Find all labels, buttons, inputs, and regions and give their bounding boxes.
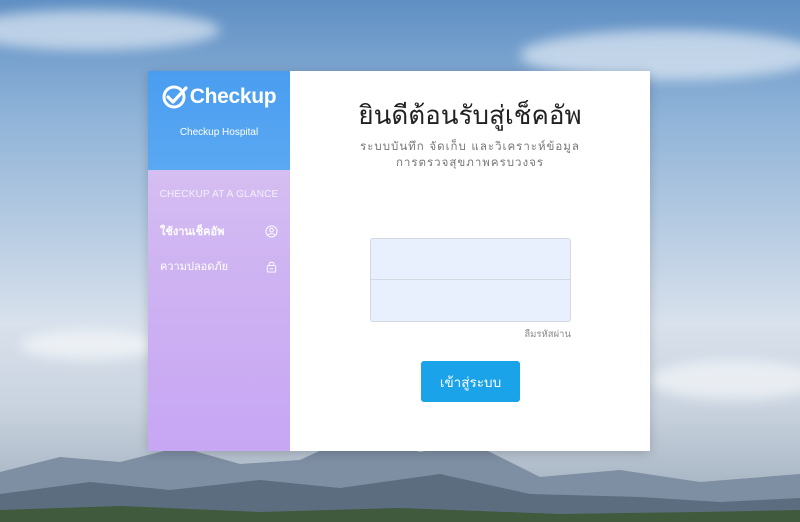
sidebar: Checkup .in.th Checkup Hospital CHECKUP … [148,71,346,451]
login-card: Checkup .in.th Checkup Hospital CHECKUP … [148,71,650,451]
page-title: ยินดีต้อนรับสู่เช็คอัพ [358,101,582,131]
forgot-password-link[interactable]: ลืมรหัสผ่าน [524,327,571,342]
sidebar-item-security[interactable]: ความปลอดภัย [148,256,290,276]
sidebar-item-label: ใช้งานเช็คอัพ [160,225,225,238]
sidebar-header: Checkup .in.th Checkup Hospital [148,71,346,170]
username-input[interactable] [370,238,571,280]
hospital-name: Checkup Hospital [179,127,259,138]
background-cloud [650,360,800,400]
subtitle-line-1: ระบบบันทึก จัดเก็บ และวิเคราะห์ข้อมูล [360,139,580,153]
login-panel: ยินดีต้อนรับสู่เช็คอัพ ระบบบันทึก จัดเก็… [290,71,650,451]
user-circle-icon [265,224,278,238]
checkmark-logo-icon [162,85,188,109]
logo: Checkup [162,84,277,110]
subtitle-line-2: การตรวจสุขภาพครบวงจร [395,155,545,169]
logo-text: Checkup [189,85,277,108]
background-cloud [0,10,220,50]
sidebar-item-label: ความปลอดภัย [160,260,229,273]
page-subtitle: ระบบบันทึก จัดเก็บ และวิเคราะห์ข้อมูล กา… [290,138,650,170]
password-input[interactable] [370,280,571,322]
sidebar-heading: CHECKUP AT A GLANCE [159,189,279,200]
lock-icon [266,261,277,273]
background-cloud [20,330,160,360]
sidebar-item-usage[interactable]: ใช้งานเช็คอัพ [148,221,290,241]
login-button[interactable]: เข้าสู่ระบบ [421,361,520,402]
